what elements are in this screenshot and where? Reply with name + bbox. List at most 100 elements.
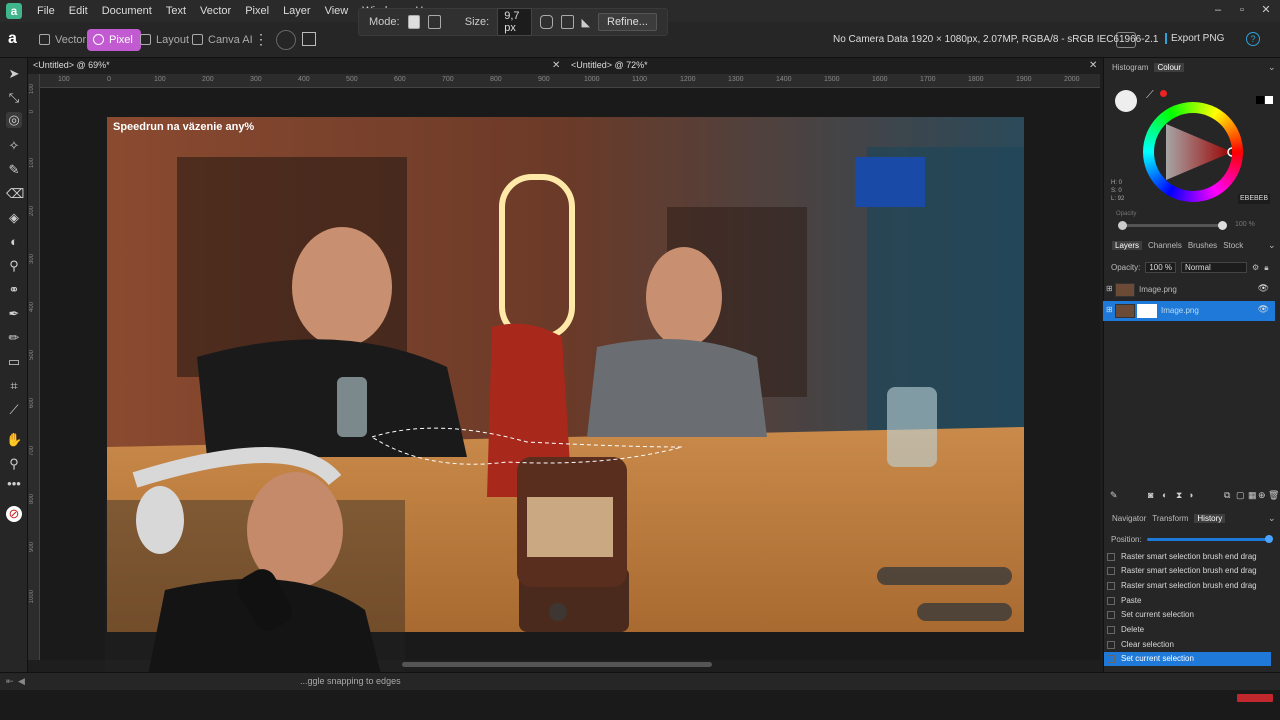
size-input[interactable]: 9,7 px: [497, 8, 533, 36]
group-icon[interactable]: ⧉: [1224, 490, 1230, 501]
more-options-icon[interactable]: ⋮: [254, 31, 268, 48]
tab-stock[interactable]: Stock: [1223, 241, 1243, 250]
fill-tool-icon[interactable]: ◈: [6, 210, 22, 226]
visibility-eye-icon[interactable]: 👁︎: [1258, 283, 1269, 294]
opacity-slider[interactable]: [1122, 224, 1222, 227]
collapse-icon[interactable]: ⌄: [1268, 513, 1276, 524]
tab-navigator[interactable]: Navigator: [1112, 514, 1146, 523]
history-item[interactable]: Raster smart selection brush end drag: [1104, 579, 1271, 593]
help-icon[interactable]: ?: [1246, 32, 1260, 46]
opacity-slider-knob[interactable]: [1118, 221, 1127, 230]
tab-histogram[interactable]: Histogram: [1112, 63, 1148, 72]
snap-edges-icon[interactable]: [540, 15, 553, 29]
layer-row[interactable]: ⊞ Image.png 👁︎: [1103, 301, 1275, 321]
history-item[interactable]: Raster smart selection brush end drag: [1104, 564, 1271, 578]
layer-row[interactable]: ⊞ Image.png 👁︎: [1103, 280, 1275, 300]
tab-colour[interactable]: Colour: [1154, 63, 1185, 72]
menu-vector[interactable]: Vector: [193, 0, 238, 22]
expand-icon[interactable]: ⊞: [1106, 305, 1113, 314]
layer-settings-icon[interactable]: ⚙: [1252, 263, 1259, 272]
white-swatch-icon[interactable]: [1265, 96, 1273, 104]
persona-pixel[interactable]: Pixel: [87, 29, 141, 51]
quick-mask-icon[interactable]: [276, 30, 296, 50]
mask-layer-icon[interactable]: ◙: [1148, 490, 1153, 500]
close-icon[interactable]: ✕: [1254, 0, 1278, 22]
blur-tool-icon[interactable]: ⚭: [6, 282, 22, 298]
sample-layers-icon[interactable]: [560, 15, 574, 29]
tab-history[interactable]: History: [1194, 514, 1226, 523]
tab-layers[interactable]: Layers: [1112, 241, 1143, 250]
tab-close-icon[interactable]: ✕: [1089, 60, 1097, 71]
pen-tool-icon[interactable]: ✒: [6, 306, 22, 322]
collapse-icon[interactable]: ⌄: [1268, 62, 1276, 73]
eyedropper-icon[interactable]: ⟋: [1146, 89, 1154, 102]
pencil-tool-icon[interactable]: ✏: [6, 330, 22, 346]
crop-tool-icon[interactable]: ⌗: [6, 378, 22, 394]
hex-input[interactable]: EBEBEB: [1238, 194, 1270, 204]
visibility-eye-icon[interactable]: 👁︎: [1258, 304, 1269, 315]
horizontal-scrollbar[interactable]: [402, 662, 712, 667]
history-position-slider[interactable]: [1147, 538, 1269, 541]
colour-swatch-icon[interactable]: [1115, 90, 1137, 112]
tab-transform[interactable]: Transform: [1152, 514, 1188, 523]
black-swatch-icon[interactable]: [1256, 96, 1264, 104]
delete-layer-icon[interactable]: 🗑︎: [1268, 490, 1279, 501]
soft-edges-icon[interactable]: ◣: [582, 16, 590, 29]
back-icon[interactable]: ◀: [18, 676, 25, 687]
history-position-knob[interactable]: [1265, 535, 1273, 543]
flood-select-tool-icon[interactable]: ✧: [6, 138, 22, 154]
tab-close-icon[interactable]: ✕: [552, 60, 560, 71]
live-filter-icon[interactable]: ⧗: [1176, 490, 1182, 501]
fill-layer-icon[interactable]: ◑: [1188, 490, 1193, 500]
more-tools-icon[interactable]: •••: [6, 476, 22, 492]
move-tool-icon[interactable]: ➤: [6, 66, 22, 82]
persona-canva-ai[interactable]: Canva AI: [186, 29, 261, 51]
history-item[interactable]: Clear selection: [1104, 638, 1271, 652]
transform-tool-icon[interactable]: ⤡: [6, 90, 22, 106]
history-item-selected[interactable]: Set current selection: [1104, 652, 1271, 666]
prev-icon[interactable]: ⇤: [6, 676, 14, 687]
menu-edit[interactable]: Edit: [62, 0, 95, 22]
grid-icon[interactable]: [302, 32, 316, 46]
colour-triangle[interactable]: [1160, 120, 1232, 184]
opacity-slider-end-knob[interactable]: [1218, 221, 1227, 230]
mode-add-icon[interactable]: [428, 15, 441, 29]
layer-opacity-input[interactable]: 100 %: [1145, 262, 1177, 273]
menu-view[interactable]: View: [318, 0, 356, 22]
collapse-icon[interactable]: ⌄: [1268, 240, 1276, 251]
new-layer-icon[interactable]: ▢: [1236, 490, 1245, 501]
adjustment-icon[interactable]: ◐: [1162, 490, 1167, 500]
dodge-tool-icon[interactable]: ◐: [6, 234, 22, 250]
tab-untitled-69[interactable]: <Untitled> @ 69%*: [33, 60, 110, 74]
history-item[interactable]: Delete: [1104, 623, 1271, 637]
colour-swatch-icon[interactable]: ⊘: [6, 506, 22, 522]
rectangle-tool-icon[interactable]: ▭: [6, 354, 22, 370]
menu-layer[interactable]: Layer: [276, 0, 318, 22]
hand-tool-icon[interactable]: ✋: [6, 432, 22, 448]
clone-tool-icon[interactable]: ⚲: [6, 258, 22, 274]
maximize-icon[interactable]: ▫: [1230, 0, 1254, 22]
menu-file[interactable]: File: [30, 0, 62, 22]
menu-text[interactable]: Text: [159, 0, 193, 22]
color-picker-tool-icon[interactable]: ⟋: [6, 402, 22, 418]
lock-icon[interactable]: 🔒︎: [1264, 263, 1268, 273]
menu-document[interactable]: Document: [95, 0, 159, 22]
history-item[interactable]: Paste: [1104, 594, 1271, 608]
tab-channels[interactable]: Channels: [1148, 241, 1182, 250]
minimize-icon[interactable]: –: [1206, 0, 1230, 22]
blend-mode-select[interactable]: Normal: [1181, 262, 1248, 273]
layer-fx-icon[interactable]: ✎: [1110, 490, 1118, 501]
selection-brush-tool-icon[interactable]: ◎: [6, 112, 22, 128]
pixel-layer-icon[interactable]: ▦: [1248, 490, 1257, 501]
mode-new-icon[interactable]: [407, 15, 421, 29]
expand-icon[interactable]: ⊞: [1106, 284, 1113, 293]
export-png-button[interactable]: Export PNG: [1165, 33, 1224, 44]
add-layer-icon[interactable]: ⊕: [1258, 490, 1266, 501]
tab-untitled-72[interactable]: <Untitled> @ 72%*: [571, 60, 648, 74]
persona-vector[interactable]: Vector: [33, 29, 94, 51]
zoom-tool-icon[interactable]: ⚲: [6, 456, 22, 472]
erase-brush-tool-icon[interactable]: ⌫: [6, 186, 24, 202]
refine-button[interactable]: Refine...: [598, 13, 657, 31]
menu-pixel[interactable]: Pixel: [238, 0, 276, 22]
history-item[interactable]: Set current selection: [1104, 608, 1271, 622]
